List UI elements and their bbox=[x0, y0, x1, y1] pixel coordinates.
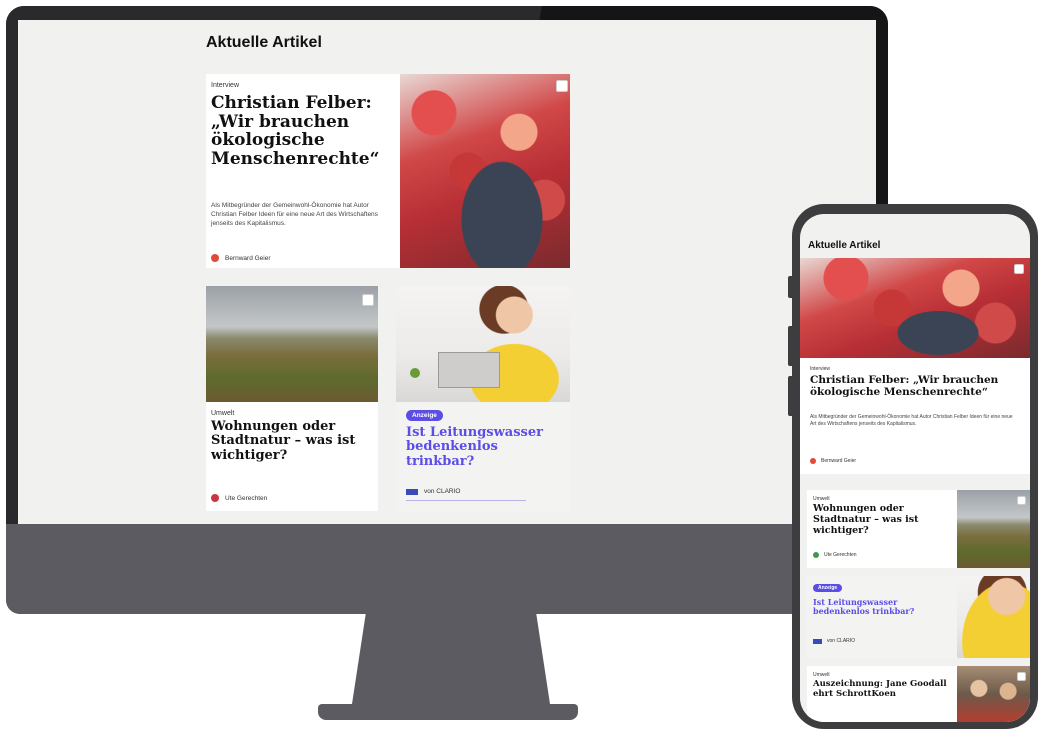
article-title[interactable]: Ist Leitungswasser bedenkenlos trinkbar? bbox=[813, 597, 953, 616]
monitor-stand-base bbox=[318, 704, 578, 720]
ad-badge: Anzeige bbox=[813, 584, 843, 592]
author-name: Bernward Geier bbox=[225, 254, 271, 262]
appliance-illustration bbox=[438, 352, 500, 388]
sponsored-article-card[interactable]: Anzeige Ist Leitungswasser bedenkenlos t… bbox=[807, 576, 1030, 658]
article-title[interactable]: Auszeichnung: Jane Goodall ehrt SchrottK… bbox=[813, 679, 958, 700]
article-title[interactable]: Wohnungen oder Stadtnatur – was ist wich… bbox=[211, 419, 371, 463]
article-card[interactable]: Umwelt Wohnungen oder Stadtnatur – was i… bbox=[807, 490, 1030, 568]
article-image bbox=[206, 286, 378, 402]
appliance-illustration bbox=[410, 368, 420, 378]
desktop-monitor: Aktuelle Artikel Interview Christian Fel… bbox=[6, 6, 888, 614]
sponsored-article-card[interactable]: Anzeige Ist Leitungswasser bedenkenlos t… bbox=[396, 286, 570, 511]
article-title[interactable]: Christian Felber: „Wir brauchen ökologis… bbox=[211, 94, 381, 169]
article-author: Ute Gerechten bbox=[211, 494, 267, 502]
phone-body: Aktuelle Artikel Interview Christian Fel… bbox=[792, 204, 1038, 729]
article-author: Bernward Geier bbox=[810, 458, 856, 464]
article-card[interactable]: Umwelt Auszeichnung: Jane Goodall ehrt S… bbox=[807, 666, 1030, 722]
article-author: Ute Gerechten bbox=[813, 552, 857, 558]
article-title[interactable]: Wohnungen oder Stadtnatur – was ist wich… bbox=[813, 503, 958, 537]
bookmark-icon[interactable] bbox=[362, 294, 374, 306]
article-author: von CLARIO bbox=[813, 638, 855, 644]
article-card[interactable]: Umwelt Wohnungen oder Stadtnatur – was i… bbox=[206, 286, 378, 511]
author-avatar bbox=[211, 494, 219, 502]
article-title[interactable]: Ist Leitungswasser bedenkenlos trinkbar? bbox=[406, 425, 556, 469]
article-teaser: Als Mitbegründer der Gemeinwohl-Ökonomie… bbox=[810, 414, 1013, 427]
mobile-phone: Aktuelle Artikel Interview Christian Fel… bbox=[788, 204, 1040, 729]
monitor-chin bbox=[6, 524, 888, 614]
page-title: Aktuelle Artikel bbox=[206, 34, 322, 51]
article-teaser: Als Mitbegründer der Gemeinwohl-Ökonomie… bbox=[211, 202, 378, 227]
bookmark-icon[interactable] bbox=[1017, 496, 1026, 505]
author-avatar bbox=[813, 552, 819, 558]
desktop-screen: Aktuelle Artikel Interview Christian Fel… bbox=[18, 20, 876, 525]
article-author: Bernward Geier bbox=[211, 254, 271, 262]
ad-badge: Anzeige bbox=[406, 410, 443, 421]
page-title: Aktuelle Artikel bbox=[808, 240, 881, 251]
divider bbox=[406, 500, 526, 501]
article-image bbox=[957, 576, 1030, 658]
author-avatar bbox=[810, 458, 816, 464]
article-kicker: Umwelt bbox=[813, 496, 830, 502]
author-avatar bbox=[211, 254, 219, 262]
sponsor-logo-icon bbox=[813, 638, 822, 644]
author-name: von CLARIO bbox=[827, 638, 856, 644]
featured-article-image bbox=[400, 74, 570, 268]
author-name: Bernward Geier bbox=[821, 458, 857, 464]
author-name: Ute Gerechten bbox=[824, 552, 857, 558]
author-name: Ute Gerechten bbox=[225, 494, 268, 502]
sponsor-logo-icon bbox=[406, 488, 418, 495]
monitor-stand bbox=[352, 612, 550, 704]
mobile-screen: Aktuelle Artikel Interview Christian Fel… bbox=[800, 214, 1030, 722]
bookmark-icon[interactable] bbox=[556, 80, 568, 92]
featured-article-card[interactable]: Interview Christian Felber: „Wir brauche… bbox=[800, 258, 1030, 474]
article-kicker: Umwelt bbox=[211, 410, 235, 417]
bookmark-icon[interactable] bbox=[1014, 264, 1024, 274]
article-title[interactable]: Christian Felber: „Wir brauchen ökologis… bbox=[810, 374, 1020, 398]
featured-article-card[interactable]: Interview Christian Felber: „Wir brauche… bbox=[206, 74, 570, 268]
article-kicker: Interview bbox=[211, 82, 240, 89]
article-kicker: Umwelt bbox=[813, 672, 830, 678]
featured-article-image bbox=[800, 258, 1030, 358]
article-author: von CLARIO bbox=[406, 488, 461, 495]
author-name: von CLARIO bbox=[424, 488, 461, 495]
article-kicker: Interview bbox=[810, 366, 831, 372]
bookmark-icon[interactable] bbox=[1017, 672, 1026, 681]
